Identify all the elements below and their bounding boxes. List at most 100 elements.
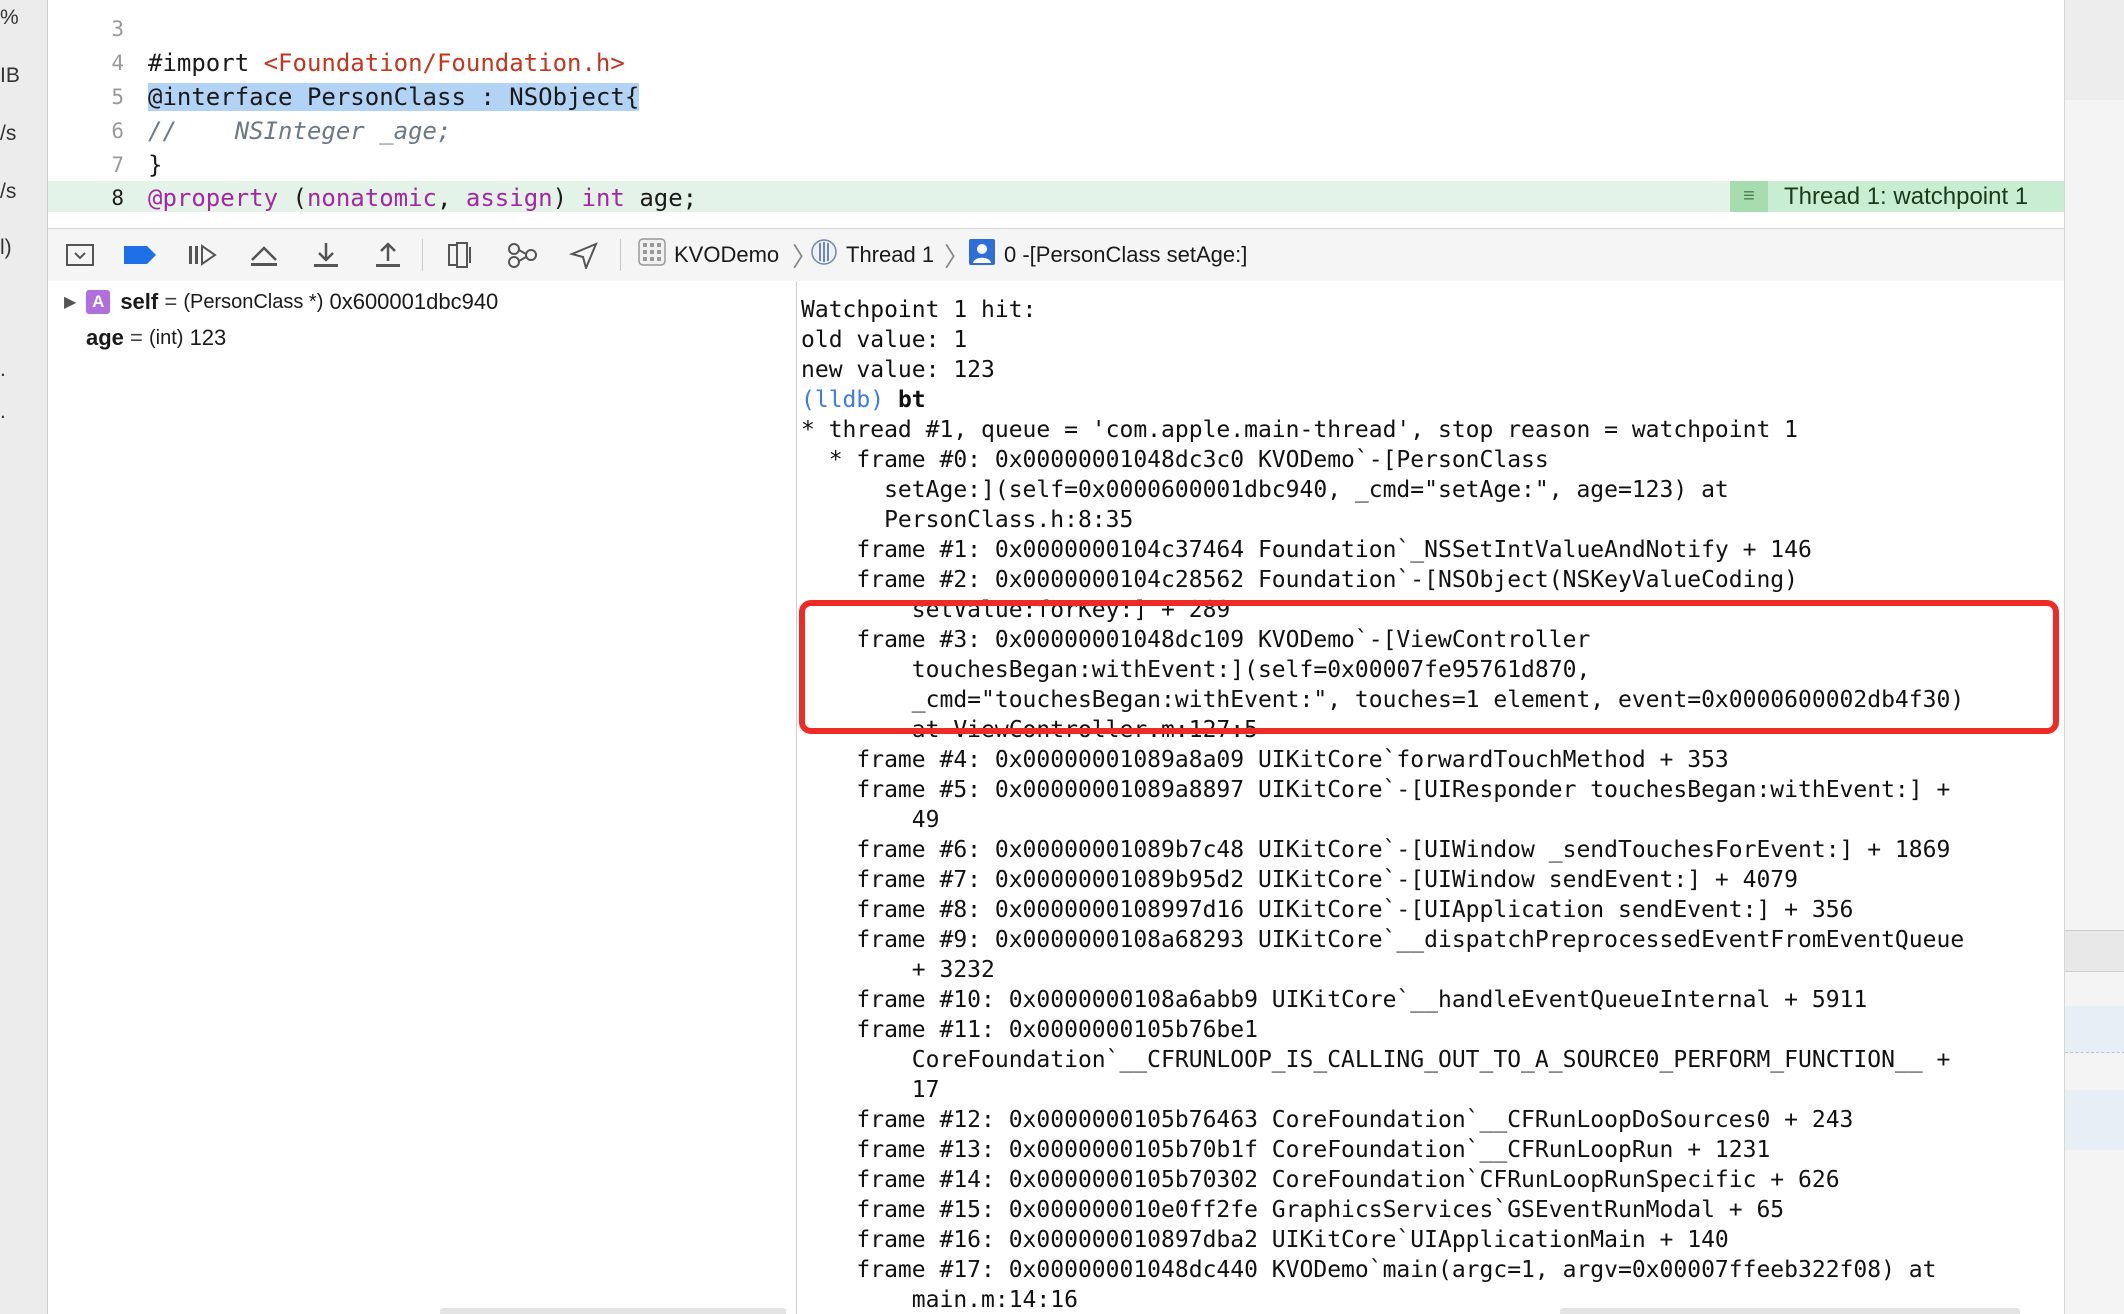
breadcrumb-app-label: KVODemo bbox=[674, 242, 780, 267]
gutter-glyph: % bbox=[0, 6, 19, 29]
console-line: frame #6: 0x00000001089b7c48 UIKitCore`-… bbox=[801, 837, 1951, 863]
thread-badge[interactable]: ≡ Thread 1: watchpoint 1 bbox=[1730, 181, 2064, 212]
breadcrumb-app[interactable]: KVODemo bbox=[638, 229, 779, 281]
code-text: } bbox=[148, 148, 162, 182]
console-line: frame #13: 0x0000000105b70b1f CoreFounda… bbox=[801, 1137, 1771, 1163]
toolbar-separator bbox=[422, 239, 423, 271]
view-hierarchy-icon[interactable] bbox=[442, 237, 478, 273]
console-line: frame #14: 0x0000000105b70302 CoreFounda… bbox=[801, 1167, 1840, 1193]
code-token: , bbox=[437, 184, 466, 212]
code-text: @property (nonatomic, assign) int age; bbox=[148, 181, 697, 212]
console-line: + 3232 bbox=[801, 957, 995, 983]
app-grid-icon bbox=[638, 238, 666, 272]
breadcrumb-frame[interactable]: 0 -[PersonClass setAge:] bbox=[968, 229, 1247, 281]
code-token: int bbox=[581, 184, 625, 212]
line-number: 5 bbox=[111, 85, 124, 109]
console-line: new value: 123 bbox=[801, 357, 995, 383]
console-line: 17 bbox=[801, 1077, 940, 1103]
console-line: frame #11: 0x0000000105b76be1 bbox=[801, 1017, 1258, 1043]
continue-icon[interactable] bbox=[184, 237, 220, 273]
console-line: frame #1: 0x0000000104c37464 Foundation`… bbox=[801, 537, 1812, 563]
code-line[interactable]: 3 bbox=[48, 12, 2064, 46]
lldb-console[interactable]: Watchpoint 1 hit: old value: 1 new value: … bbox=[797, 281, 2064, 1314]
variable-type: (int) bbox=[149, 326, 184, 349]
code-token: } bbox=[148, 151, 163, 179]
gutter-glyph: /s bbox=[0, 122, 17, 145]
console-line: frame #7: 0x00000001089b95d2 UIKitCore`-… bbox=[801, 867, 1798, 893]
step-into-icon[interactable] bbox=[308, 237, 344, 273]
code-line[interactable]: 7} bbox=[48, 148, 2064, 182]
toolbar-separator bbox=[620, 239, 621, 271]
code-token: PersonClass : NSObject{ bbox=[292, 83, 640, 111]
navigator-gutter: % IB/s/s l).. bbox=[0, 0, 48, 1314]
breadcrumb-thread-label: Thread 1 bbox=[846, 242, 935, 267]
memory-graph-icon[interactable] bbox=[504, 237, 540, 273]
code-line[interactable]: 4 #import <Foundation/Foundation.h> bbox=[48, 46, 2064, 80]
breakpoints-toggle-icon[interactable] bbox=[122, 237, 158, 273]
source-editor[interactable]: 8 @property (nonatomic, assign) int age; 7… bbox=[48, 0, 2064, 212]
variable-name: age bbox=[86, 325, 124, 350]
user-frame-icon bbox=[968, 238, 996, 272]
code-token: age; bbox=[624, 184, 698, 212]
variable-value: 123 bbox=[183, 325, 227, 350]
badge-lines-icon: ≡ bbox=[1730, 181, 1768, 212]
code-token: assign bbox=[465, 184, 553, 212]
console-line: _cmd="touchesBegan:withEvent:", touches=… bbox=[801, 687, 1965, 713]
variables-view: ▶ Aself = (PersonClass *) 0x600001dbc940 a… bbox=[48, 281, 797, 1314]
simulate-location-icon[interactable] bbox=[566, 237, 602, 273]
line-number: 7 bbox=[111, 153, 124, 177]
code-line[interactable]: 5 @interface PersonClass : NSObject{ bbox=[48, 80, 2064, 114]
lldb-command: bt bbox=[897, 387, 926, 413]
chevron-right-icon: 〉 bbox=[944, 241, 971, 272]
variable-name: self bbox=[120, 289, 159, 314]
disclosure-triangle-icon[interactable]: ▶ bbox=[64, 292, 76, 312]
variable-row-age[interactable]: age = (int) 123 bbox=[86, 321, 226, 355]
variable-kind-icon: A bbox=[86, 290, 111, 314]
gutter-glyph: . bbox=[0, 400, 6, 423]
console-line: old value: 1 bbox=[801, 327, 968, 353]
gutter-glyph: /s bbox=[0, 180, 17, 203]
console-line: 49 bbox=[801, 807, 940, 833]
console-line: frame #2: 0x0000000104c28562 Foundation`… bbox=[801, 567, 1798, 593]
variable-row-self[interactable]: ▶ Aself = (PersonClass *) 0x600001dbc940 bbox=[64, 285, 498, 319]
inspector-gutter bbox=[2064, 0, 2124, 1314]
line-number: 3 bbox=[111, 17, 124, 41]
code-token: ( bbox=[278, 184, 307, 212]
console-line: touchesBegan:withEvent:](self=0x00007fe9… bbox=[801, 657, 1591, 683]
gutter-glyph: l) bbox=[0, 236, 12, 259]
code-token: @interface bbox=[148, 83, 293, 111]
code-text: #import <Foundation/Foundation.h> bbox=[148, 46, 625, 80]
console-line: frame #16: 0x000000010897dba2 UIKitCore`… bbox=[801, 1227, 1729, 1253]
scrollbar[interactable] bbox=[1560, 1308, 2020, 1314]
console-line: (lldb) bt bbox=[801, 385, 926, 415]
code-token: ) bbox=[552, 184, 582, 212]
thread-icon bbox=[810, 238, 838, 272]
code-text: // NSInteger _age; bbox=[148, 114, 451, 148]
console-line: frame #17: 0x00000001048dc440 KVODemo`ma… bbox=[801, 1257, 1937, 1283]
breadcrumb-frame-label: 0 -[PersonClass setAge:] bbox=[1004, 242, 1248, 267]
console-line: * thread #1, queue = 'com.apple.main-thr… bbox=[801, 417, 1798, 443]
code-token: <Foundation/Foundation.h> bbox=[263, 49, 625, 77]
console-line: frame #4: 0x00000001089a8a09 UIKitCore`f… bbox=[801, 747, 1729, 773]
step-over-icon[interactable] bbox=[246, 237, 282, 273]
line-number: 4 bbox=[111, 51, 124, 75]
console-line: main.m:14:16 bbox=[801, 1287, 1078, 1313]
console-line: frame #12: 0x0000000105b76463 CoreFounda… bbox=[801, 1107, 1854, 1133]
variable-eq: = bbox=[158, 289, 184, 314]
code-token: #import bbox=[148, 49, 264, 77]
console-line: at ViewController.m:127:5 bbox=[801, 717, 1258, 743]
code-line[interactable]: 6 // NSInteger _age; bbox=[48, 114, 2064, 148]
line-number: 8 bbox=[111, 186, 124, 210]
code-token: // NSInteger _age; bbox=[148, 117, 452, 145]
code-token: @property bbox=[148, 184, 279, 212]
hide-debug-area-icon[interactable] bbox=[62, 237, 98, 273]
code-token: nonatomic bbox=[306, 184, 437, 212]
gutter-glyph: . bbox=[0, 358, 6, 381]
scrollbar[interactable] bbox=[440, 1308, 786, 1314]
breadcrumb-thread[interactable]: Thread 1 bbox=[810, 229, 934, 281]
console-line: CoreFoundation`__CFRUNLOOP_IS_CALLING_OU… bbox=[801, 1047, 1951, 1073]
step-out-icon[interactable] bbox=[370, 237, 406, 273]
console-line: frame #10: 0x0000000108a6abb9 UIKitCore`… bbox=[801, 987, 1868, 1013]
code-text: @interface PersonClass : NSObject{ bbox=[148, 80, 640, 114]
line-number: 6 bbox=[111, 119, 124, 143]
